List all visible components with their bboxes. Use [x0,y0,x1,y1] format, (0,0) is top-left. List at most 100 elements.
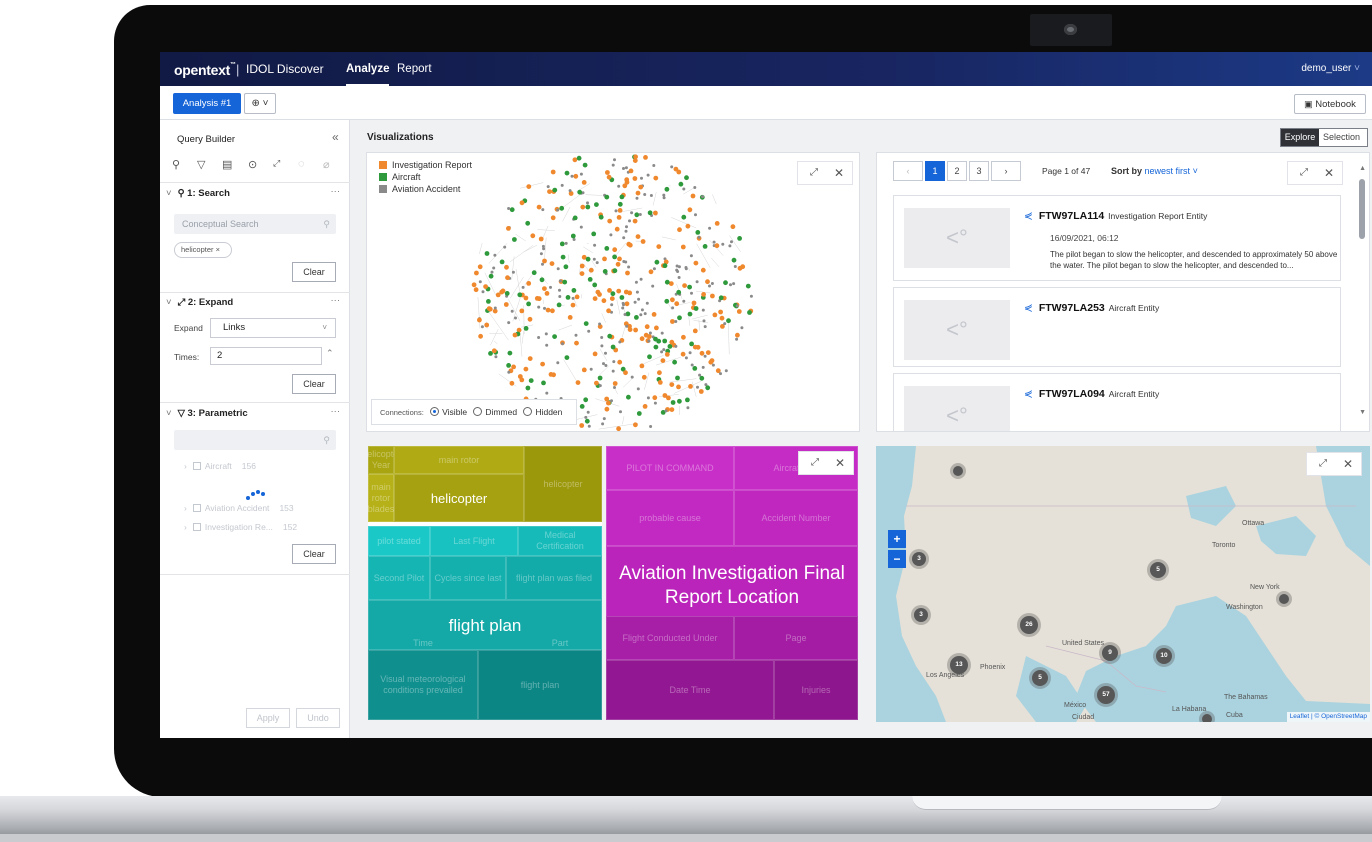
network-node[interactable] [602,269,608,274]
network-node[interactable] [627,242,633,248]
network-node[interactable] [500,288,506,294]
network-node[interactable] [483,284,488,289]
network-node[interactable] [685,223,691,229]
network-node[interactable] [545,391,549,395]
network-node[interactable] [708,284,711,288]
network-node[interactable] [677,265,681,269]
network-node[interactable] [526,184,532,189]
network-node[interactable] [749,294,753,298]
user-menu[interactable]: demo_user ˅ [1301,63,1360,74]
network-node[interactable] [664,279,670,285]
network-node[interactable] [625,324,629,328]
network-node[interactable] [616,215,622,220]
network-node[interactable] [512,237,517,242]
network-node[interactable] [556,267,560,271]
network-node[interactable] [664,298,670,304]
checkbox[interactable] [192,523,201,531]
network-node[interactable] [542,258,547,264]
network-node[interactable] [670,400,676,405]
network-node[interactable] [546,185,550,189]
network-node[interactable] [735,332,740,338]
result-card[interactable]: <° ⋞ FTW97LA253 Aircraft Entity [893,287,1341,367]
page-1-button[interactable]: 1 [925,161,945,181]
network-node[interactable] [545,343,549,347]
result-title[interactable]: ⋞ FTW97LA094 Aircraft Entity [1024,388,1159,400]
network-node[interactable] [686,406,690,410]
expand-icon[interactable]: ⤢ [1300,167,1308,178]
network-node[interactable] [624,229,628,233]
network-node[interactable] [539,277,545,283]
network-node[interactable] [537,336,541,339]
search-term-chip[interactable]: helicopter × [174,242,232,258]
network-node[interactable] [729,283,732,287]
close-icon[interactable]: ✕ [834,166,844,180]
network-node[interactable] [677,315,682,321]
network-node[interactable] [689,254,693,258]
network-node[interactable] [542,286,547,291]
network-node[interactable] [735,304,739,308]
network-node[interactable] [615,261,621,267]
section-menu-icon[interactable]: ··· [331,406,341,417]
network-node[interactable] [619,295,625,300]
network-node[interactable] [571,296,575,300]
network-node[interactable] [511,270,515,274]
location-icon[interactable]: ⊙ [248,158,257,171]
network-node[interactable] [639,336,645,342]
network-node[interactable] [623,289,629,295]
network-node[interactable] [633,422,638,428]
network-node[interactable] [642,404,648,409]
network-node[interactable] [675,375,680,381]
network-node[interactable] [538,236,544,242]
treemap-cell[interactable]: Aviation Investigation Final Report Loca… [606,546,858,626]
times-stepper[interactable]: 2 [210,347,322,365]
network-node[interactable] [531,270,537,276]
network-node[interactable] [649,194,653,197]
network-node[interactable] [687,207,693,213]
network-node[interactable] [626,394,631,400]
network-node[interactable] [559,205,565,211]
network-node[interactable] [657,370,662,376]
network-node[interactable] [676,384,681,390]
network-node[interactable] [633,327,638,333]
network-node[interactable] [611,369,615,373]
network-node[interactable] [558,279,562,283]
network-node[interactable] [690,193,696,199]
network-node[interactable] [604,351,607,355]
network-node[interactable] [527,316,533,322]
network-node[interactable] [606,400,611,406]
network-node[interactable] [609,233,613,237]
network-node[interactable] [640,239,646,244]
network-node[interactable] [651,312,657,317]
network-node[interactable] [514,316,517,320]
network-node[interactable] [652,395,658,401]
network-node[interactable] [669,382,675,387]
network-node[interactable] [607,333,613,339]
network-node[interactable] [730,224,736,230]
network-node[interactable] [645,301,649,305]
network-node[interactable] [484,251,490,256]
network-node[interactable] [736,309,742,314]
network-node[interactable] [606,174,612,180]
network-node[interactable] [567,315,573,320]
network-node[interactable] [541,262,544,266]
treemap-cell[interactable]: helicopter [394,474,524,522]
network-node[interactable] [552,334,557,339]
network-node[interactable] [600,344,604,348]
network-node[interactable] [614,209,618,213]
network-node[interactable] [550,215,556,221]
network-node[interactable] [664,186,670,192]
treemap-cell[interactable]: pilot stated [368,526,430,556]
network-node[interactable] [714,243,720,249]
network-node[interactable] [649,425,653,428]
network-node[interactable] [700,267,706,273]
network-node[interactable] [509,207,515,213]
network-node[interactable] [490,270,494,274]
network-node[interactable] [561,342,564,346]
sort-control[interactable]: Sort by newest first ˅ [1111,166,1198,176]
network-node[interactable] [478,333,483,339]
network-node[interactable] [652,267,656,271]
network-node[interactable] [543,306,546,310]
network-node[interactable] [481,290,485,294]
network-node[interactable] [692,328,698,334]
network-node[interactable] [547,189,552,194]
